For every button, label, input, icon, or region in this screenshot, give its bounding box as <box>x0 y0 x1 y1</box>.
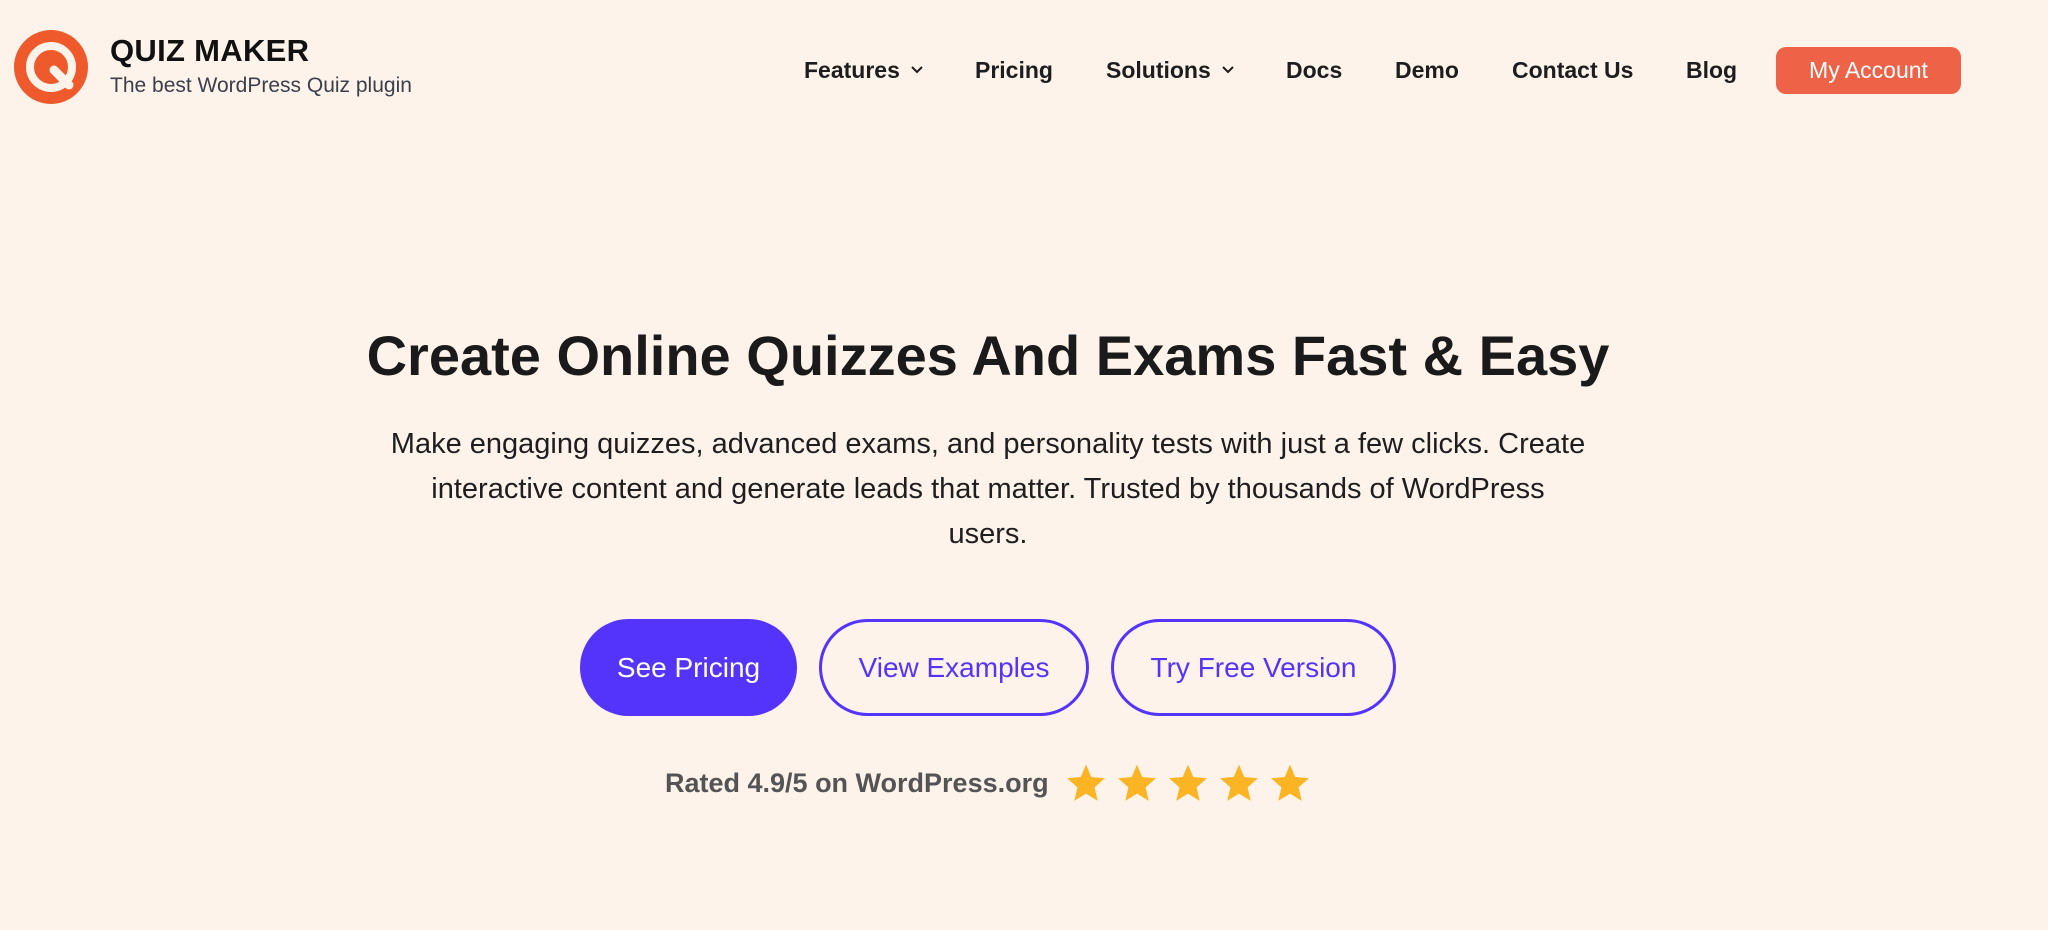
nav-item-label: Pricing <box>975 56 1053 83</box>
chevron-down-icon <box>1222 66 1234 74</box>
rating-stars <box>1065 762 1320 804</box>
nav-item-label: Features <box>804 56 900 83</box>
my-account-button[interactable]: My Account <box>1776 47 1961 94</box>
star-icon <box>1066 764 1105 801</box>
nav-item-blog[interactable]: Blog <box>1686 46 1737 94</box>
nav-item-label: Docs <box>1286 56 1343 83</box>
main-nav: Features Pricing Solutions Docs Demo Con… <box>0 46 2048 94</box>
rating-text: Rated 4.9/5 on WordPress.org <box>665 767 1049 798</box>
star-icon <box>1117 764 1156 801</box>
hero-title: Create Online Quizzes And Exams Fast & E… <box>366 324 1610 387</box>
nav-item-label: Blog <box>1686 56 1738 83</box>
star-icon <box>1270 764 1309 801</box>
view-examples-button[interactable]: View Examples <box>819 619 1089 716</box>
nav-item-pricing[interactable]: Pricing <box>975 46 1053 94</box>
see-pricing-button[interactable]: See Pricing <box>580 619 797 716</box>
star-icon <box>1168 764 1207 801</box>
nav-item-solutions[interactable]: Solutions <box>1106 46 1235 94</box>
rating-row: Rated 4.9/5 on WordPress.org <box>665 760 1320 806</box>
nav-item-features[interactable]: Features <box>804 46 924 94</box>
nav-item-contact-us[interactable]: Contact Us <box>1512 46 1633 94</box>
nav-item-label: Contact Us <box>1512 56 1634 83</box>
site-header: QUIZ MAKER The best WordPress Quiz plugi… <box>0 0 2048 140</box>
chevron-down-icon <box>911 66 923 74</box>
nav-item-demo[interactable]: Demo <box>1395 46 1459 94</box>
nav-item-label: Solutions <box>1106 56 1211 83</box>
nav-item-label: Demo <box>1395 56 1459 83</box>
hero-description: Make engaging quizzes, advanced exams, a… <box>390 428 1586 550</box>
try-free-version-button[interactable]: Try Free Version <box>1111 619 1396 716</box>
star-icon <box>1219 764 1258 801</box>
nav-item-docs[interactable]: Docs <box>1286 46 1342 94</box>
